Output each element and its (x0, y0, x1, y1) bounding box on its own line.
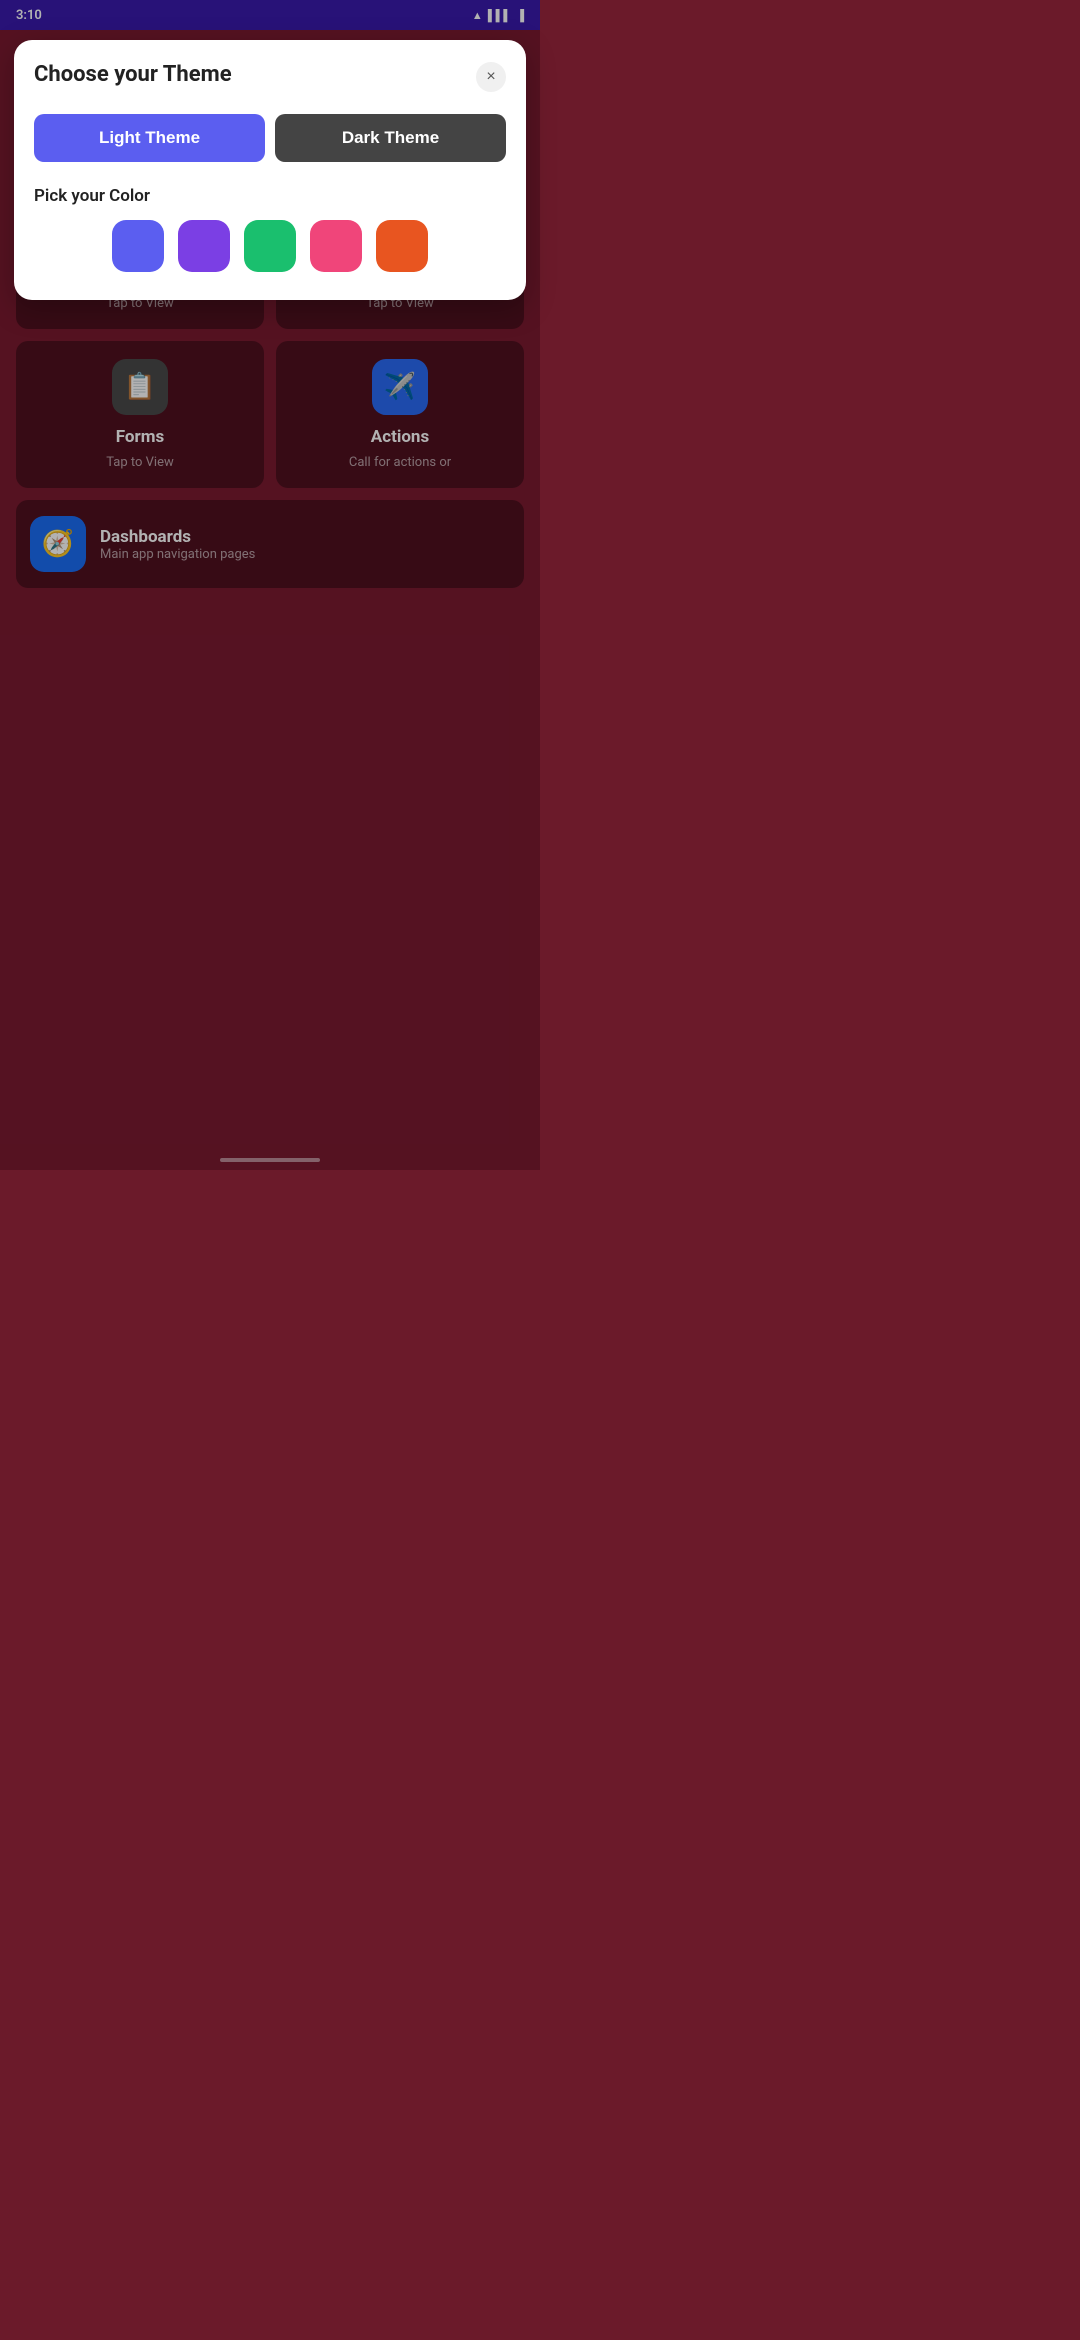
color-swatch-pink[interactable] (310, 220, 362, 272)
close-button[interactable]: × (476, 62, 506, 92)
color-swatch-blue-purple[interactable] (112, 220, 164, 272)
theme-toggle: Light Theme Dark Theme (34, 114, 506, 162)
color-swatches (34, 220, 506, 272)
theme-modal: Choose your Theme × Light Theme Dark The… (14, 40, 526, 300)
color-swatch-purple[interactable] (178, 220, 230, 272)
dark-theme-button[interactable]: Dark Theme (275, 114, 506, 162)
color-swatch-orange[interactable] (376, 220, 428, 272)
modal-title: Choose your Theme (34, 62, 476, 87)
color-swatch-green[interactable] (244, 220, 296, 272)
modal-header: Choose your Theme × (34, 62, 506, 92)
light-theme-button[interactable]: Light Theme (34, 114, 265, 162)
color-section-label: Pick your Color (34, 186, 506, 206)
